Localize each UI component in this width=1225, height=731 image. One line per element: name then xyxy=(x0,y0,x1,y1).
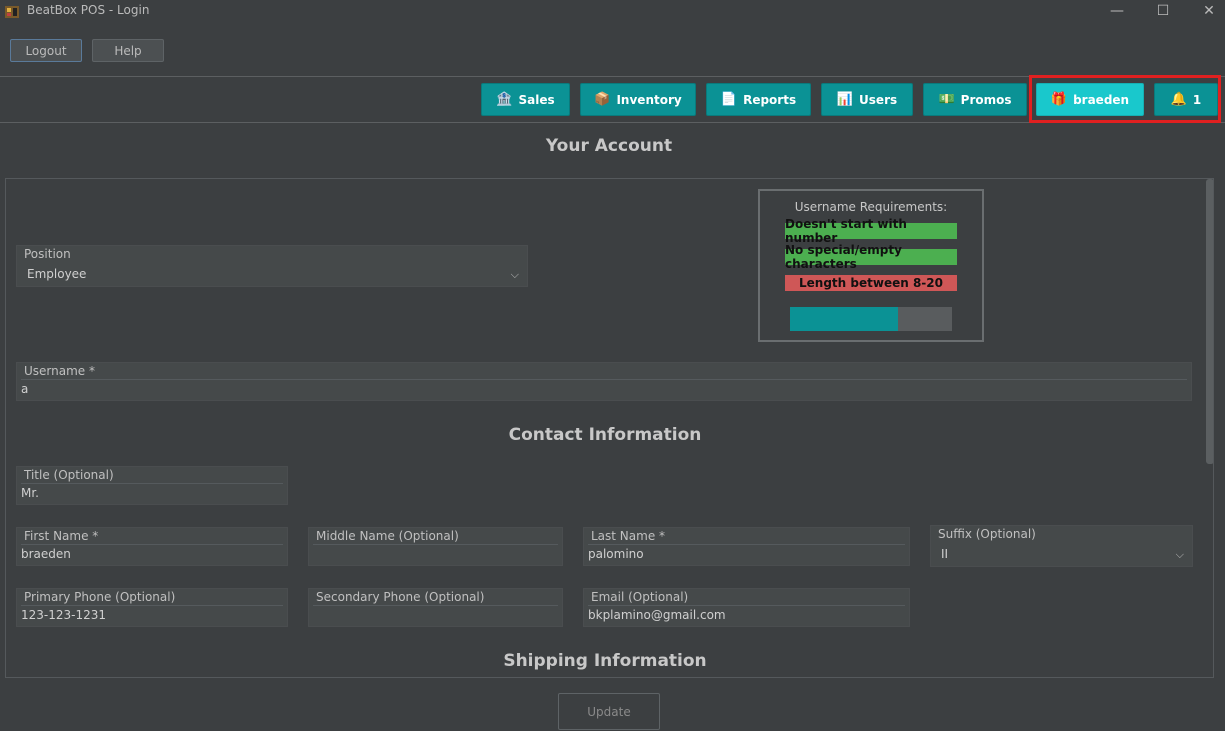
username-input[interactable]: a xyxy=(21,379,1187,398)
username-field[interactable]: Username * a xyxy=(16,362,1192,401)
requirement-length: Length between 8-20 xyxy=(785,275,957,291)
secondary-phone-label: Secondary Phone (Optional) xyxy=(316,590,485,604)
primary-phone-input[interactable]: 123-123-1231 xyxy=(21,605,283,624)
title-bar: BeatBox POS - Login — ☐ ✕ xyxy=(0,0,1225,22)
last-name-input[interactable]: palomino xyxy=(588,544,905,563)
username-strength-fill xyxy=(790,307,899,331)
title-field[interactable]: Title (Optional) Mr. xyxy=(16,466,288,505)
position-select[interactable]: Position Employee ⌵ xyxy=(16,245,528,287)
username-requirements-box: Username Requirements: Doesn't start wit… xyxy=(758,189,984,342)
nav-reports-label: Reports xyxy=(743,92,797,107)
nav-users-button[interactable]: 📊 Users xyxy=(821,83,913,116)
position-label: Position xyxy=(24,247,71,261)
help-button[interactable]: Help xyxy=(92,39,164,62)
package-icon: 📦 xyxy=(594,92,611,107)
nav-promos-button[interactable]: 💵 Promos xyxy=(923,83,1027,116)
primary-phone-label: Primary Phone (Optional) xyxy=(24,590,176,604)
chevron-down-icon: ⌵ xyxy=(510,268,519,281)
primary-phone-field[interactable]: Primary Phone (Optional) 123-123-1231 xyxy=(16,588,288,627)
middle-name-field[interactable]: Middle Name (Optional) xyxy=(308,527,563,566)
scrollbar-thumb[interactable] xyxy=(1206,179,1213,464)
document-icon: 📄 xyxy=(720,92,738,107)
requirement-no-special-chars: No special/empty characters xyxy=(785,243,957,271)
requirements-title: Username Requirements: xyxy=(794,200,948,214)
nav-inventory-label: Inventory xyxy=(616,92,682,107)
bar-chart-icon: 📊 xyxy=(836,92,854,107)
nav-reports-button[interactable]: 📄 Reports xyxy=(706,83,811,116)
email-input[interactable]: bkplamino@gmail.com xyxy=(588,605,905,624)
app-logo-icon xyxy=(5,6,19,18)
logout-button[interactable]: Logout xyxy=(10,39,82,62)
close-button[interactable]: ✕ xyxy=(1186,0,1225,22)
middle-name-input[interactable] xyxy=(313,544,558,563)
minimize-button[interactable]: — xyxy=(1094,0,1140,22)
secondary-phone-field[interactable]: Secondary Phone (Optional) xyxy=(308,588,563,627)
title-input[interactable]: Mr. xyxy=(21,483,283,502)
nav-inventory-button[interactable]: 📦 Inventory xyxy=(580,83,696,116)
secondary-phone-input[interactable] xyxy=(313,605,558,624)
update-button[interactable]: Update xyxy=(558,693,660,730)
highlight-box xyxy=(1029,75,1221,123)
nav-sales-button[interactable]: 🏦 Sales xyxy=(481,83,570,116)
first-name-input[interactable]: braeden xyxy=(21,544,283,563)
last-name-label: Last Name * xyxy=(591,529,666,543)
shipping-information-heading: Shipping Information xyxy=(503,651,707,671)
email-field[interactable]: Email (Optional) bkplamino@gmail.com xyxy=(583,588,910,627)
first-name-field[interactable]: First Name * braeden xyxy=(16,527,288,566)
first-name-label: First Name * xyxy=(24,529,99,543)
username-strength-bar xyxy=(790,307,952,331)
chevron-down-icon: ⌵ xyxy=(1175,548,1184,561)
maximize-button[interactable]: ☐ xyxy=(1140,0,1186,22)
suffix-label: Suffix (Optional) xyxy=(938,527,1036,541)
email-label: Email (Optional) xyxy=(591,590,689,604)
window-title: BeatBox POS - Login xyxy=(27,3,150,17)
money-icon: 💵 xyxy=(938,92,955,107)
last-name-field[interactable]: Last Name * palomino xyxy=(583,527,910,566)
account-form-panel: Position Employee ⌵ Username Requirement… xyxy=(5,178,1214,678)
page-title: Your Account xyxy=(545,136,673,156)
username-label: Username * xyxy=(24,364,95,378)
nav-sales-label: Sales xyxy=(518,92,555,107)
nav-promos-label: Promos xyxy=(960,92,1012,107)
position-value: Employee xyxy=(21,265,523,284)
title-label: Title (Optional) xyxy=(24,468,114,482)
contact-information-heading: Contact Information xyxy=(508,425,702,445)
cash-register-icon: 🏦 xyxy=(496,92,513,107)
suffix-select[interactable]: Suffix (Optional) II ⌵ xyxy=(930,525,1193,567)
suffix-value: II xyxy=(935,545,1188,564)
requirement-no-leading-number: Doesn't start with number xyxy=(785,217,957,245)
middle-name-label: Middle Name (Optional) xyxy=(316,529,459,543)
nav-users-label: Users xyxy=(859,92,898,107)
